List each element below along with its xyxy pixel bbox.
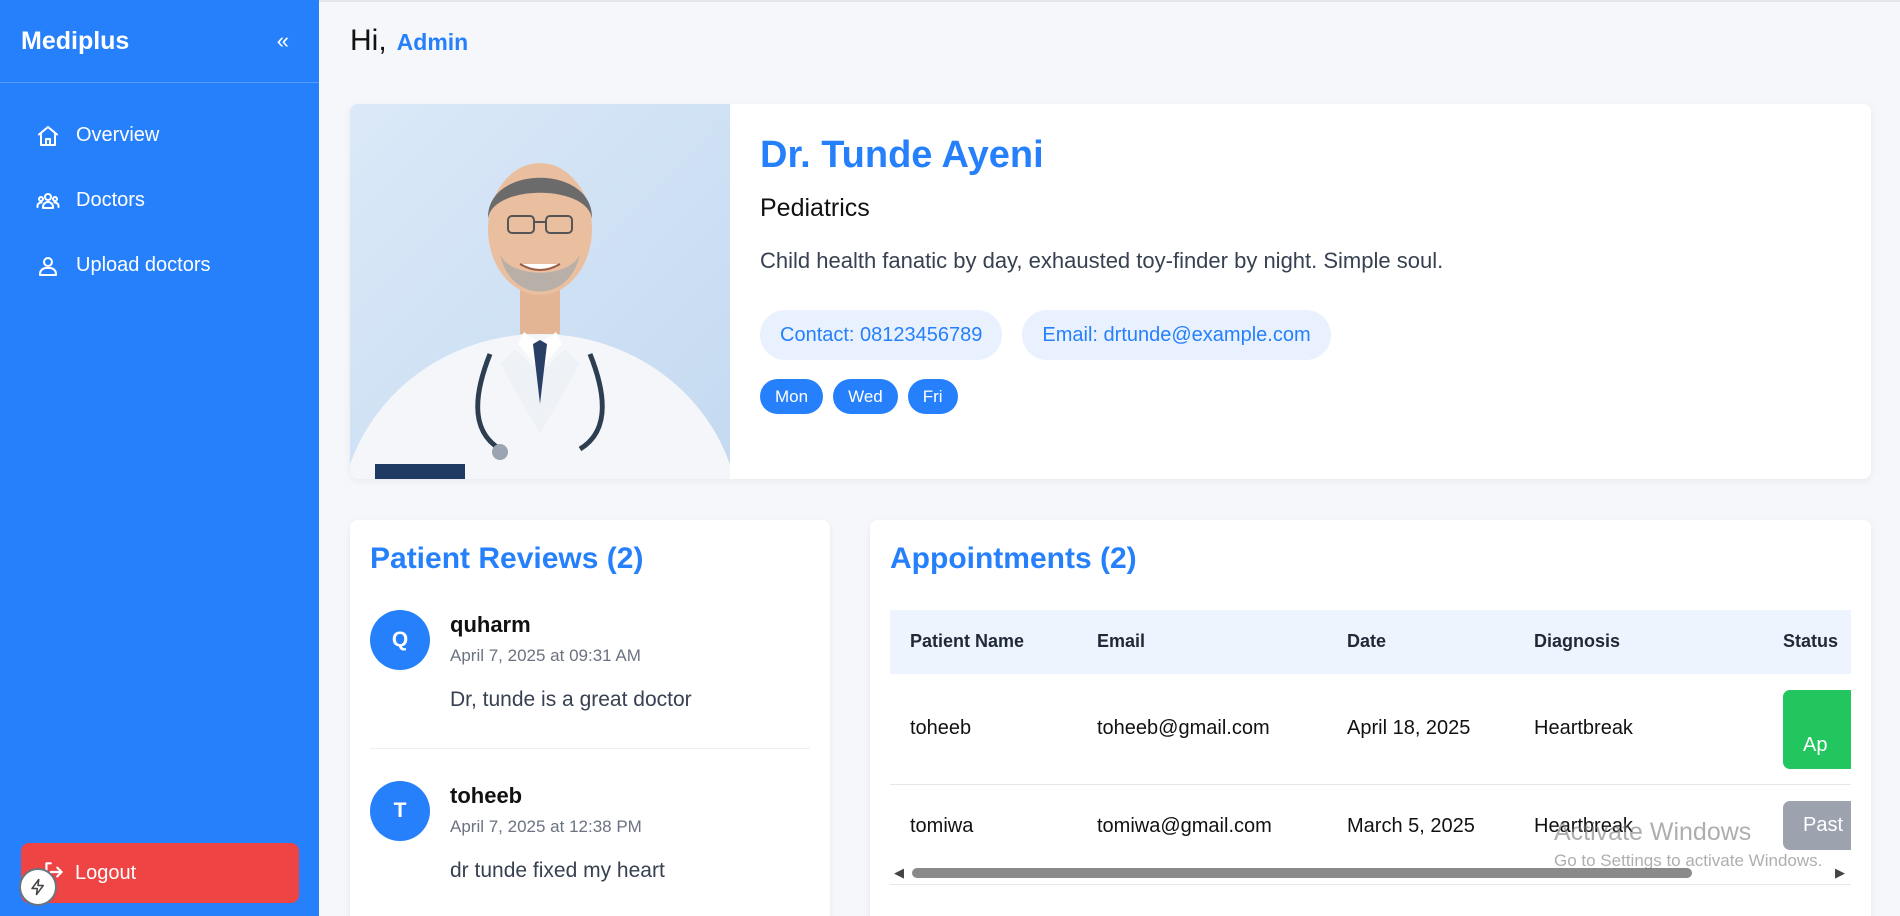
cell-date: March 5, 2025: [1347, 815, 1475, 837]
cell-patient-name: toheeb: [910, 717, 972, 739]
collapse-sidebar-icon[interactable]: «: [277, 28, 289, 54]
table-header: Patient Name Email Date Diagnosis Status: [890, 610, 1851, 674]
contact-pill: Contact: 08123456789: [760, 310, 1003, 360]
sidebar-item-label: Upload doctors: [76, 254, 211, 276]
email-pill: Email: drtunde@example.com: [1022, 310, 1331, 360]
cell-patient-name: tomiwa: [910, 815, 974, 837]
column-header-date: Date: [1347, 631, 1387, 651]
home-icon: [38, 125, 58, 146]
column-header-email: Email: [1097, 631, 1146, 651]
review-divider: [370, 748, 810, 749]
cell-email: toheeb@gmail.com: [1097, 717, 1270, 739]
doctor-bio: Child health fanatic by day, exhausted t…: [760, 248, 1444, 273]
doctor-photo: [350, 104, 730, 479]
day-badge: Fri: [907, 379, 958, 414]
cell-diagnosis: Heartbreak: [1534, 717, 1633, 739]
reviewer-name: toheeb: [450, 783, 523, 808]
contact-pills: Contact: 08123456789 Email: drtunde@exam…: [760, 310, 1331, 360]
watermark-subtitle: Go to Settings to activate Windows.: [1554, 851, 1823, 870]
avatar: T: [370, 781, 430, 841]
bolt-icon[interactable]: [19, 868, 57, 906]
logout-label: Logout: [75, 861, 137, 884]
column-header-diagnosis: Diagnosis: [1534, 631, 1621, 651]
appointments-title: Appointments (2): [890, 542, 1137, 575]
review-date: April 7, 2025 at 09:31 AM: [450, 646, 641, 665]
user-icon: [39, 256, 57, 276]
doctor-name: Dr. Tunde Ayeni: [760, 134, 1044, 176]
sidebar-item-label: Doctors: [76, 189, 145, 211]
doctor-profile-card: Dr. Tunde Ayeni Pediatrics Child health …: [350, 104, 1871, 479]
scroll-left-icon[interactable]: ◀: [894, 865, 904, 881]
column-header-status: Status: [1783, 631, 1839, 651]
brand-logo: Mediplus: [21, 26, 130, 55]
avatar: Q: [370, 610, 430, 670]
sidebar-nav: Overview Doctors Upload doctors: [0, 83, 319, 298]
scroll-right-icon[interactable]: ▶: [1835, 865, 1845, 881]
greeting: Hi, Admin: [350, 24, 468, 58]
day-badge: Wed: [833, 379, 898, 414]
sidebar-item-upload-doctors[interactable]: Upload doctors: [0, 233, 319, 298]
greeting-text: Hi,: [350, 24, 387, 57]
greeting-user: Admin: [396, 29, 469, 55]
table-row: toheeb toheeb@gmail.com April 18, 2025 H…: [890, 674, 1851, 785]
reviewer-name: quharm: [450, 612, 531, 637]
day-badge: Mon: [760, 379, 824, 414]
sidebar-item-overview[interactable]: Overview: [0, 103, 319, 168]
logout-button[interactable]: Logout: [21, 843, 299, 903]
watermark-title: Activate Windows: [1554, 818, 1752, 846]
cell-date: April 18, 2025: [1347, 717, 1471, 739]
review-date: April 7, 2025 at 12:38 PM: [450, 817, 642, 836]
review-text: Dr, tunde is a great doctor: [450, 688, 692, 711]
status-button[interactable]: Ap: [1783, 690, 1851, 769]
sidebar: Mediplus « Overview Doctors Upload docto…: [0, 0, 319, 916]
sidebar-item-label: Overview: [76, 124, 160, 146]
patient-reviews-card: Patient Reviews (2) Q quharm April 7, 20…: [350, 520, 830, 916]
review-text: dr tunde fixed my heart: [450, 859, 665, 882]
sidebar-item-doctors[interactable]: Doctors: [0, 168, 319, 233]
users-icon: [36, 192, 60, 209]
doctor-specialty: Pediatrics: [760, 194, 870, 222]
available-days: Mon Wed Fri: [760, 379, 958, 414]
cell-email: tomiwa@gmail.com: [1097, 815, 1272, 837]
sidebar-header: Mediplus «: [0, 0, 319, 83]
column-header-patient-name: Patient Name: [910, 631, 1025, 651]
activation-watermark: Activate Windows Go to Settings to activ…: [1554, 818, 1822, 871]
reviews-title: Patient Reviews (2): [370, 542, 644, 575]
